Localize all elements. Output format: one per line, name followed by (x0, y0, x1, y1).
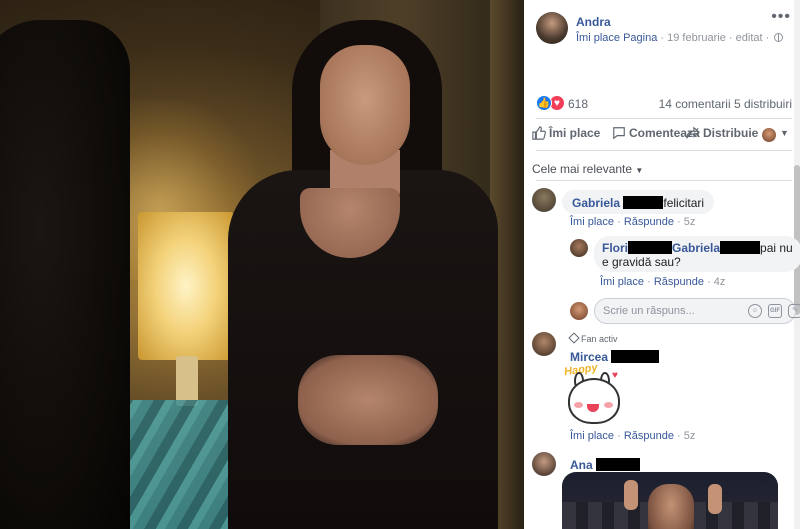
thumbs-up-icon (532, 126, 546, 140)
comment-time[interactable]: 5z (684, 216, 696, 228)
avatar (570, 302, 588, 320)
edited-label[interactable]: editat (736, 32, 763, 44)
comment-actions: Îmi place · Răspunde · 4z (600, 276, 726, 288)
heart-icon: ♥ (612, 370, 618, 381)
fan-badge-label: Fan activ (581, 334, 618, 344)
globe-icon[interactable] (774, 33, 784, 42)
like-button-label: Îmi place (549, 126, 601, 140)
diamond-icon (568, 332, 580, 344)
reflection-figure (0, 20, 130, 529)
chevron-down-icon: ▼ (635, 166, 644, 175)
sort-dropdown[interactable]: Cele mai relevante ▼ (532, 162, 643, 176)
more-icon[interactable]: ••• (771, 9, 791, 25)
post-photo[interactable] (0, 0, 524, 529)
avatar[interactable] (532, 188, 556, 212)
avatar[interactable] (570, 239, 588, 257)
comment-actions: Îmi place · Răspunde · 5z (570, 216, 696, 228)
share-button[interactable]: Distribuie (686, 126, 758, 140)
action-bar: Îmi place Comentează Distribuie ▼ (530, 126, 792, 146)
commenter-name-row: Mircea (570, 350, 660, 364)
bunny-face (568, 378, 620, 424)
reaction-count[interactable]: 618 (568, 97, 588, 111)
author-name[interactable]: Andra (576, 15, 611, 29)
emoji-icon[interactable]: ☺ (748, 304, 762, 318)
commenter-name[interactable]: Ana (570, 458, 593, 472)
avatar[interactable] (532, 332, 556, 356)
mention-link[interactable]: Gabriela (672, 241, 720, 255)
sticker-image[interactable]: Happy ♥ (562, 362, 626, 430)
comment-actions: Îmi place · Răspunde · 5z (570, 430, 696, 442)
comment-reply-link[interactable]: Răspunde (624, 216, 674, 228)
comment-like-link[interactable]: Îmi place (600, 276, 644, 288)
post-as-avatar[interactable] (762, 128, 776, 142)
post-meta: Îmi place Pagina · 19 februarie · editat… (576, 32, 784, 44)
like-reaction-icon[interactable]: 👍 (536, 95, 552, 111)
comment-bubble: Flori Gabriela pai nu e gravidă sau? (594, 236, 800, 272)
woman-hands (298, 355, 438, 445)
woman-face (320, 45, 410, 165)
author-avatar[interactable] (536, 12, 568, 44)
lamp-base (176, 356, 198, 406)
commenter-name-row: Ana (570, 458, 641, 472)
comment-count[interactable]: 14 comentarii (659, 97, 731, 111)
redaction-bar (628, 241, 672, 254)
meta-separator: · (728, 32, 733, 44)
comment-reply-link[interactable]: Răspunde (624, 430, 674, 442)
redaction-bar (596, 458, 641, 471)
commenter-name[interactable]: Gabriela (572, 196, 620, 210)
share-button-label: Distribuie (703, 126, 759, 140)
sticker-icon[interactable]: ✎ (788, 304, 800, 318)
gif-image[interactable] (562, 472, 778, 529)
comment-reply-link[interactable]: Răspunde (654, 276, 704, 288)
commenter-name[interactable]: Flori (602, 241, 628, 255)
gif-icon[interactable]: GIF (768, 304, 782, 318)
sort-label: Cele mai relevante (532, 162, 633, 176)
bunny-cheek (574, 402, 583, 408)
meta-separator: · (660, 32, 665, 44)
comment-time[interactable]: 5z (684, 430, 696, 442)
like-button[interactable]: Îmi place (532, 126, 600, 140)
redaction-bar (611, 350, 660, 363)
divider (536, 150, 792, 151)
gif-person (648, 484, 694, 529)
divider (536, 180, 792, 181)
comment-text: felicitari (663, 196, 705, 210)
divider (536, 118, 792, 119)
thumbs-up-hand (624, 480, 638, 510)
post-header: Andra Îmi place Pagina · 19 februarie · … (536, 9, 791, 48)
comment-bubble: Gabriela felicitari (562, 190, 715, 214)
redaction-bar (623, 196, 664, 209)
engagement-counts: 14 comentarii 5 distribuiri (659, 97, 792, 111)
comment-icon (613, 127, 625, 140)
fan-badge[interactable]: Fan activ (568, 332, 618, 344)
thumbs-up-hand (708, 484, 722, 514)
share-icon (686, 126, 700, 139)
reply-composer: ☺ GIF ✎ (570, 298, 800, 324)
lamp (138, 212, 234, 360)
bunny-cheek (604, 402, 613, 408)
meta-separator: · (765, 32, 770, 44)
comment-like-link[interactable]: Îmi place (570, 430, 614, 442)
comment-like-link[interactable]: Îmi place (570, 216, 614, 228)
share-count[interactable]: 5 distribuiri (734, 97, 792, 111)
avatar[interactable] (532, 452, 556, 476)
reply-input[interactable] (594, 298, 796, 324)
chevron-down-icon[interactable]: ▼ (780, 128, 789, 138)
redaction-bar (720, 241, 761, 254)
like-page-link[interactable]: Îmi place Pagina (576, 32, 657, 44)
reactions-bar: 👍 ♥ 618 14 comentarii 5 distribuiri (536, 94, 792, 112)
post-date[interactable]: 19 februarie (667, 32, 726, 44)
post-side-panel: Andra Îmi place Pagina · 19 februarie · … (524, 0, 800, 529)
comment-time[interactable]: 4z (714, 276, 726, 288)
